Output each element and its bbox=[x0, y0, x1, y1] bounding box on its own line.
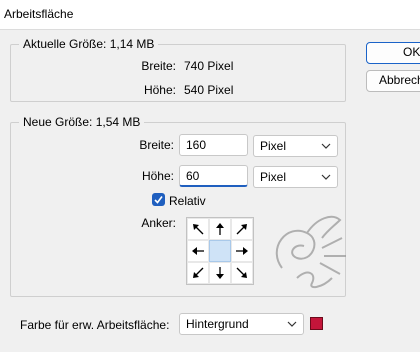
anchor-left[interactable] bbox=[187, 240, 209, 262]
canvas-color-select[interactable]: Hintergrund bbox=[179, 313, 304, 335]
title-bar: Arbeitsfläche bbox=[0, 0, 420, 30]
anchor-top[interactable] bbox=[209, 218, 231, 240]
arrow-up-icon bbox=[216, 223, 224, 235]
anchor-top-left[interactable] bbox=[187, 218, 209, 240]
new-width-label: Breite: bbox=[139, 138, 174, 152]
height-input[interactable]: 60 bbox=[179, 165, 248, 187]
anchor-bottom-right[interactable] bbox=[231, 262, 253, 284]
checkmark-icon bbox=[154, 196, 163, 204]
window-title: Arbeitsfläche bbox=[4, 7, 74, 21]
width-unit-value: Pixel bbox=[260, 139, 287, 153]
relative-checkbox[interactable] bbox=[152, 193, 165, 206]
current-size-legend: Aktuelle Größe: 1,14 MB bbox=[19, 37, 159, 51]
canvas-color-label: Farbe für erw. Arbeitsfläche: bbox=[20, 318, 170, 332]
height-unit-value: Pixel bbox=[260, 170, 287, 184]
new-height-label: Höhe: bbox=[141, 169, 174, 183]
anchor-center[interactable] bbox=[209, 240, 231, 262]
arrow-up-left-icon bbox=[193, 224, 204, 235]
anchor-bottom[interactable] bbox=[209, 262, 231, 284]
arrow-down-icon bbox=[216, 267, 224, 279]
canvas-color-swatch[interactable] bbox=[310, 317, 323, 330]
chevron-down-icon bbox=[321, 143, 331, 149]
anchor-label: Anker: bbox=[141, 216, 176, 230]
canvas-color-value: Hintergrund bbox=[186, 317, 249, 331]
new-size-legend: Neue Größe: 1,54 MB bbox=[19, 115, 145, 129]
current-height-label: Höhe: bbox=[143, 83, 176, 97]
width-input[interactable]: 160 bbox=[179, 134, 248, 156]
current-width-label: Breite: bbox=[141, 59, 176, 73]
ok-button[interactable]: OK bbox=[366, 42, 420, 64]
anchor-right[interactable] bbox=[231, 240, 253, 262]
current-width-value: 740 Pixel bbox=[184, 59, 234, 73]
cancel-button[interactable]: Abbrechen bbox=[366, 70, 420, 92]
anchor-top-right[interactable] bbox=[231, 218, 253, 240]
arrow-left-icon bbox=[192, 247, 204, 255]
chevron-down-icon bbox=[287, 321, 297, 327]
arrow-down-right-icon bbox=[236, 267, 247, 278]
current-size-group: Aktuelle Größe: 1,14 MB bbox=[10, 37, 346, 102]
chevron-down-icon bbox=[321, 174, 331, 180]
watermark-signature bbox=[275, 215, 346, 289]
arrow-up-right-icon bbox=[236, 224, 247, 235]
anchor-bottom-left[interactable] bbox=[187, 262, 209, 284]
relative-label: Relativ bbox=[169, 194, 206, 208]
arrow-right-icon bbox=[236, 247, 248, 255]
arrow-down-left-icon bbox=[193, 267, 204, 278]
height-unit-select[interactable]: Pixel bbox=[253, 166, 338, 188]
width-unit-select[interactable]: Pixel bbox=[253, 135, 338, 157]
anchor-grid bbox=[186, 217, 254, 285]
current-height-value: 540 Pixel bbox=[184, 83, 234, 97]
